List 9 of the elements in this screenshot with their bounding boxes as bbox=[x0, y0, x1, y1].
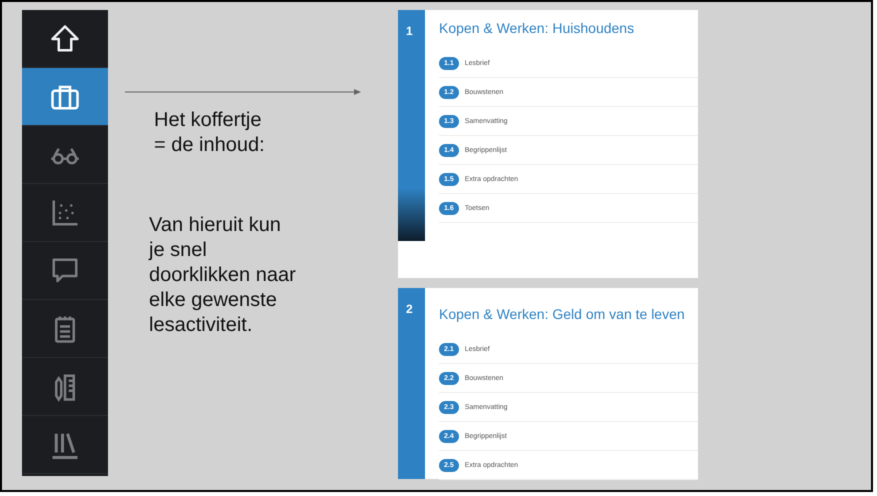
chapter-title: Kopen & Werken: Huishoudens bbox=[439, 20, 636, 36]
home-icon bbox=[50, 24, 80, 54]
chapter-number: 2 bbox=[405, 301, 414, 316]
scatter-plot-icon bbox=[50, 198, 80, 228]
caption-text: Van hieruit kun je snel doorklikken naar elke gewenste lesactiviteit. bbox=[149, 213, 297, 338]
chapter-number: 1 bbox=[405, 23, 414, 38]
chat-icon bbox=[50, 256, 80, 286]
caption-heading: Het koffertje = de inhoud: bbox=[154, 108, 266, 158]
chapter-title: Kopen & Werken: Geld om van te leven bbox=[439, 306, 686, 322]
